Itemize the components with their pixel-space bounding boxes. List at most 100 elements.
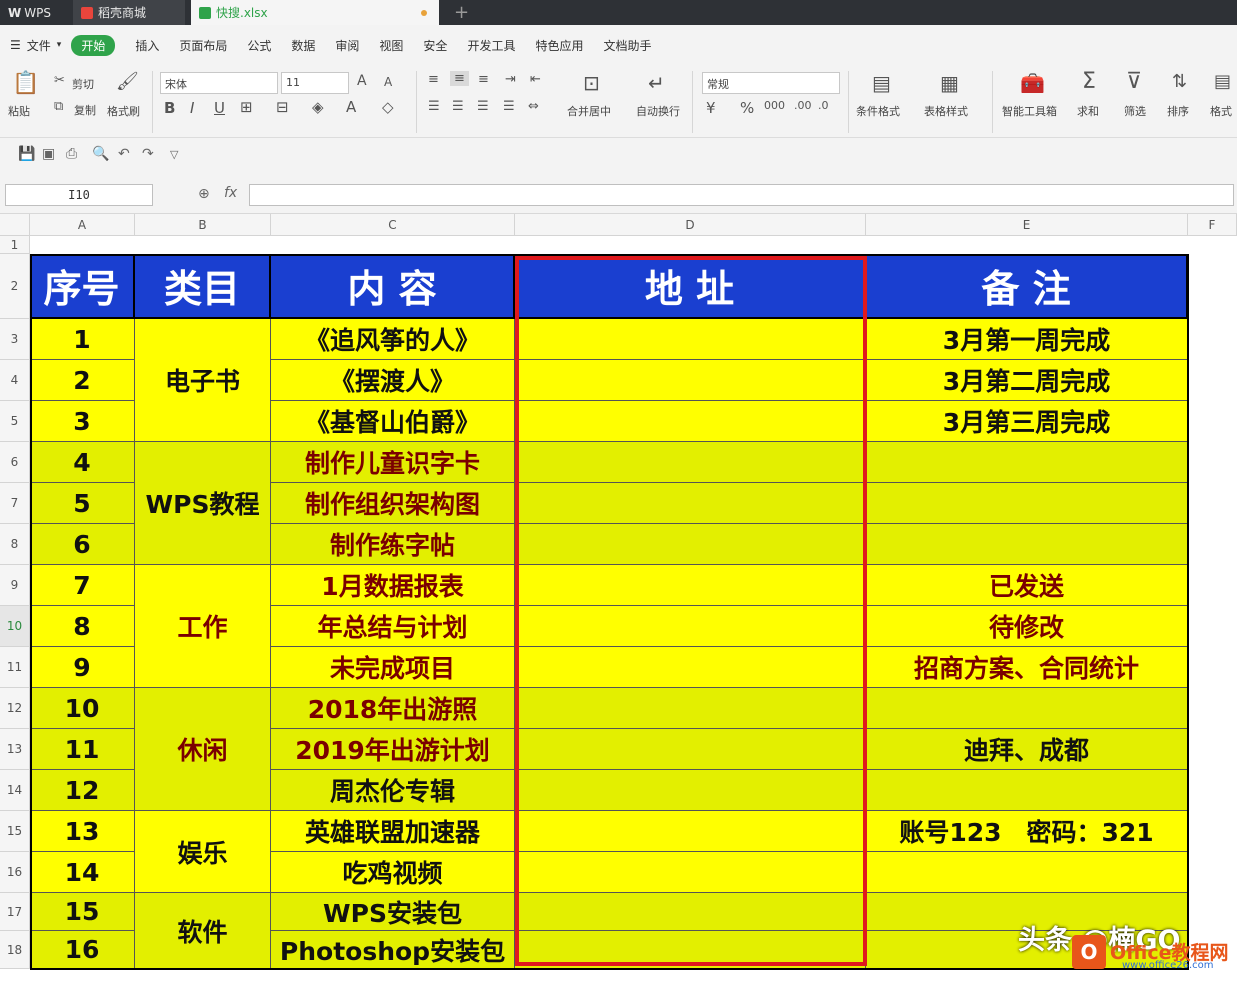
cell-note[interactable]: 账号123 密码：321 (866, 811, 1188, 852)
toolbox-icon[interactable]: 🧰 (1020, 71, 1045, 95)
paste-icon[interactable]: 📋 (12, 71, 39, 96)
cell-no[interactable]: 8 (30, 606, 135, 647)
cell-note[interactable]: 待修改 (866, 606, 1188, 647)
cell-address[interactable] (515, 319, 866, 360)
cell-content[interactable]: 2018年出游照 (271, 688, 515, 729)
cell-address[interactable] (515, 442, 866, 483)
tab-file[interactable]: 快搜.xlsx (191, 0, 439, 25)
cell-no[interactable]: 3 (30, 401, 135, 442)
filter-icon[interactable]: ⊽ (1126, 69, 1142, 94)
align-top-icon[interactable]: ≡ (428, 72, 439, 87)
align-left-icon[interactable]: ☰ (428, 99, 440, 114)
cell-note[interactable]: 招商方案、合同统计 (866, 647, 1188, 688)
cell-content[interactable]: 周杰伦专辑 (271, 770, 515, 811)
cell-content[interactable]: 制作练字帖 (271, 524, 515, 565)
menu-developer[interactable]: 开发工具 (467, 37, 515, 54)
row-header[interactable]: 5 (0, 401, 30, 442)
cell-address[interactable] (515, 893, 866, 931)
cell-no[interactable]: 14 (30, 852, 135, 893)
column-header-b[interactable]: B (135, 214, 271, 236)
border-icon[interactable]: ⊞ (240, 98, 253, 116)
row-header[interactable]: 11 (0, 647, 30, 688)
cell-note[interactable] (866, 770, 1188, 811)
outdent-icon[interactable]: ⇤ (530, 72, 541, 87)
table-style-icon[interactable]: ▦ (940, 71, 959, 95)
row-header[interactable]: 18 (0, 931, 30, 969)
row-header[interactable]: 8 (0, 524, 30, 565)
menu-hamburger-icon[interactable]: ☰ (10, 38, 21, 52)
number-format-select[interactable]: 常规 (702, 72, 840, 94)
sum-icon[interactable]: Σ (1082, 69, 1096, 94)
cell-content[interactable]: Photoshop安装包 (271, 931, 515, 969)
cell-no[interactable]: 4 (30, 442, 135, 483)
row-header[interactable]: 7 (0, 483, 30, 524)
row-header[interactable]: 12 (0, 688, 30, 729)
format-button[interactable]: 格式 (1210, 103, 1232, 119)
column-header-a[interactable]: A (30, 214, 135, 236)
table-style-button[interactable]: 表格样式 (924, 103, 968, 119)
decrease-font-icon[interactable]: A (384, 75, 392, 89)
cell-address[interactable] (515, 565, 866, 606)
cell-category[interactable]: WPS教程 (135, 442, 271, 565)
format-icon[interactable]: ▤ (1214, 71, 1231, 92)
cut-button[interactable]: 剪切 (72, 76, 94, 92)
cell-address[interactable] (515, 360, 866, 401)
print-preview-icon[interactable]: 🔍 (92, 146, 109, 162)
row-header[interactable]: 16 (0, 852, 30, 893)
column-header-f[interactable]: F (1188, 214, 1237, 236)
indent-icon[interactable]: ⇥ (505, 72, 516, 87)
cell-address[interactable] (515, 852, 866, 893)
sort-icon[interactable]: ⇅ (1172, 71, 1187, 92)
cell-no[interactable]: 1 (30, 319, 135, 360)
menu-security[interactable]: 安全 (423, 37, 447, 54)
menu-special[interactable]: 特色应用 (535, 37, 583, 54)
tab-docer-store[interactable]: 稻壳商城 (73, 0, 185, 25)
menu-home[interactable]: 开始 (71, 34, 116, 56)
row-header[interactable]: 1 (0, 236, 30, 254)
align-center-icon[interactable]: ☰ (452, 99, 464, 114)
cell-no[interactable]: 11 (30, 729, 135, 770)
menu-review[interactable]: 审阅 (335, 37, 359, 54)
cell-content[interactable]: 《基督山伯爵》 (271, 401, 515, 442)
conditional-format-button[interactable]: 条件格式 (856, 103, 900, 119)
align-bottom-icon[interactable]: ≡ (478, 72, 489, 87)
cell-no[interactable]: 5 (30, 483, 135, 524)
wrap-icon[interactable]: ↵ (648, 71, 665, 95)
cell-category[interactable]: 工作 (135, 565, 271, 688)
menu-insert[interactable]: 插入 (135, 37, 159, 54)
cell-category[interactable]: 电子书 (135, 319, 271, 442)
percent-icon[interactable]: % (740, 99, 754, 117)
cell-address[interactable] (515, 811, 866, 852)
cell-content[interactable]: 1月数据报表 (271, 565, 515, 606)
conditional-format-icon[interactable]: ▤ (872, 71, 891, 95)
cell-no[interactable]: 10 (30, 688, 135, 729)
cell-note[interactable] (866, 524, 1188, 565)
align-right-icon[interactable]: ☰ (477, 99, 489, 114)
new-tab-icon[interactable]: + (454, 2, 469, 23)
cell-content[interactable]: 2019年出游计划 (271, 729, 515, 770)
column-header-d[interactable]: D (515, 214, 866, 236)
cell-no[interactable]: 2 (30, 360, 135, 401)
menu-view[interactable]: 视图 (379, 37, 403, 54)
merge-icon[interactable]: ⊡ (583, 71, 600, 95)
copy-icon[interactable]: ⧉ (54, 99, 63, 114)
cell-no[interactable]: 15 (30, 893, 135, 931)
menu-doc-assistant[interactable]: 文档助手 (603, 37, 651, 54)
row-header[interactable]: 3 (0, 319, 30, 360)
row-header[interactable]: 10 (0, 606, 30, 647)
cell-no[interactable]: 9 (30, 647, 135, 688)
header-cell-category[interactable]: 类目 (135, 254, 271, 319)
distribute-icon[interactable]: ⇔ (528, 99, 539, 114)
row-header[interactable]: 2 (0, 254, 30, 319)
tab-wps-home[interactable]: W WPS (0, 0, 68, 25)
menu-page-layout[interactable]: 页面布局 (179, 37, 227, 54)
row-header[interactable]: 17 (0, 893, 30, 931)
save-icon[interactable]: 💾 (18, 146, 35, 162)
menu-formula[interactable]: 公式 (247, 37, 271, 54)
format-painter-button[interactable]: 格式刷 (107, 103, 140, 119)
increase-decimal-icon[interactable]: .00 (794, 99, 812, 112)
thousands-icon[interactable]: 000 (764, 99, 785, 112)
cell-address[interactable] (515, 770, 866, 811)
undo-icon[interactable]: ↶ (118, 146, 130, 162)
cell-no[interactable]: 12 (30, 770, 135, 811)
